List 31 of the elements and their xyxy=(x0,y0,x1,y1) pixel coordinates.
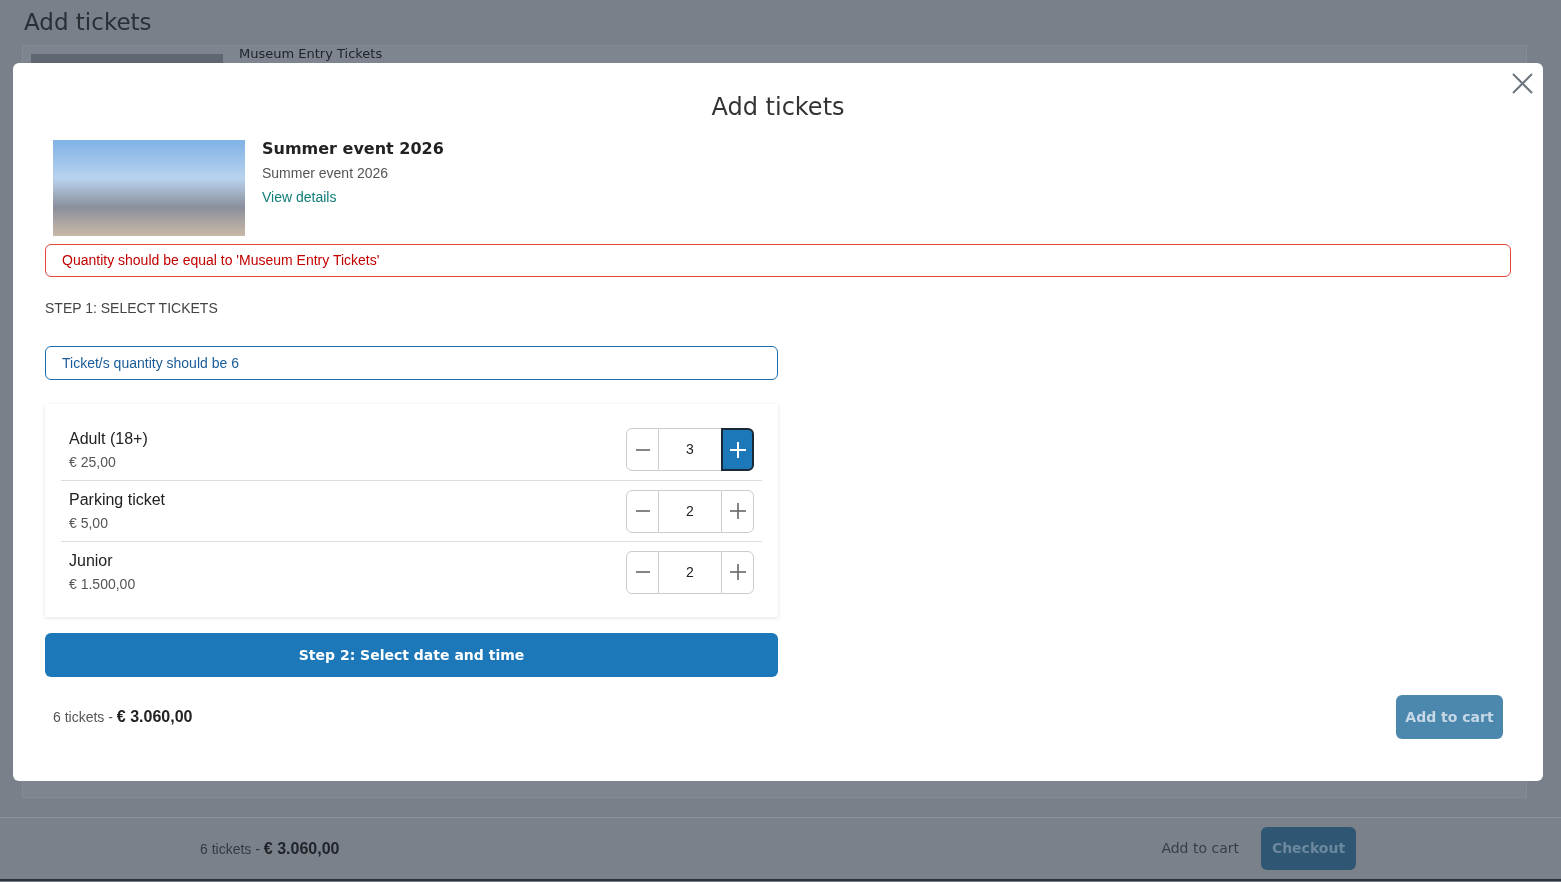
minus-icon xyxy=(635,448,650,451)
item-title: Museum Entry Tickets xyxy=(239,47,383,61)
event-title: Summer event 2026 xyxy=(262,140,444,158)
quantity-field[interactable]: 3 xyxy=(659,428,721,471)
info-alert: Ticket/s quantity should be 6 xyxy=(45,346,778,380)
page-title: Add tickets xyxy=(23,8,152,36)
plus-icon xyxy=(729,564,746,580)
event-subtitle: Summer event 2026 xyxy=(262,164,389,182)
ticket-name: Parking ticket xyxy=(69,490,166,509)
ticket-name: Junior xyxy=(69,551,113,570)
close-button[interactable] xyxy=(1512,73,1533,94)
view-details-link[interactable]: View details xyxy=(262,188,337,206)
quantity-field[interactable]: 2 xyxy=(659,550,721,594)
ticket-price: € 5,00 xyxy=(69,515,108,532)
modal-title: Add tickets xyxy=(711,93,845,121)
step-heading: STEP 1: SELECT TICKETS xyxy=(45,299,218,317)
cart-summary: 6 tickets - € 3.060,00 xyxy=(53,707,193,727)
error-alert: Quantity should be equal to 'Museum Entry Tickets' xyxy=(45,244,1511,277)
cart-summary: 6 tickets - € 3.060,00 xyxy=(200,838,340,859)
minus-icon xyxy=(635,571,650,573)
minus-icon xyxy=(635,510,650,512)
ticket-price: € 25,00 xyxy=(69,453,116,471)
add-to-cart-link[interactable]: Add to cart xyxy=(1161,838,1239,859)
quantity-field[interactable]: 2 xyxy=(659,489,721,533)
close-icon xyxy=(1512,73,1533,94)
plus-icon xyxy=(729,503,746,519)
next-step-button[interactable]: Step 2: Select date and time xyxy=(45,633,778,677)
ticket-price: € 1.500,00 xyxy=(69,576,136,593)
plus-button[interactable] xyxy=(721,428,754,471)
plus-icon xyxy=(729,441,746,458)
ticket-name: Adult (18+) xyxy=(69,428,148,448)
